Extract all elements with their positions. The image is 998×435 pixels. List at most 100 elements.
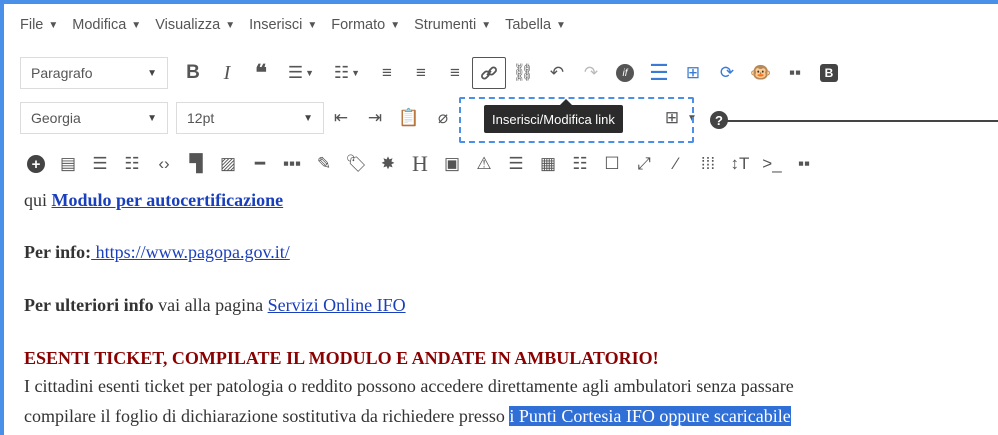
dots-button[interactable]: ▪▪▪ xyxy=(276,149,308,179)
mailchimp-button[interactable]: 🐵 xyxy=(744,57,778,89)
text-height-button[interactable]: ↕T xyxy=(724,149,756,179)
text-height-icon: ↕T xyxy=(730,154,750,173)
warning-button[interactable]: ⚠ xyxy=(468,149,500,179)
checklist-button[interactable]: ☷ xyxy=(564,149,596,179)
ulteriori-text: vai alla pagina xyxy=(153,295,268,315)
caret-down-icon: ▼ xyxy=(225,19,236,31)
caret-down-icon: ▼ xyxy=(131,19,142,31)
bullet-list-icon: ☰ xyxy=(287,63,304,82)
align-left-button[interactable]: ≡ xyxy=(370,57,404,89)
tooltip: Inserisci/Modifica link xyxy=(484,99,623,133)
badge-button[interactable]: ✸ xyxy=(372,149,404,179)
help-icon[interactable]: ? xyxy=(710,111,728,129)
heading-button[interactable]: H xyxy=(404,149,436,179)
align-right-icon: ≡ xyxy=(450,63,460,82)
caret-down-icon: ▼ xyxy=(147,67,157,79)
mailchimp-icon: 🐵 xyxy=(750,63,772,82)
redo-button[interactable]: ↷ xyxy=(574,57,608,89)
badge-icon: ✸ xyxy=(380,154,396,173)
outdent-icon: ⇤ xyxy=(333,108,349,127)
format-select[interactable]: Paragrafo ▼ xyxy=(20,57,168,89)
toolbar-row-3: + ▤ ☰ ☷ ‹› ▜ ▨ ━ ▪▪▪ ✎ 🏷 ✸ H ▣ ⚠ ☰ ▦ ☷ ☐… xyxy=(20,149,820,179)
caret-down-icon: ▼ xyxy=(307,19,318,31)
code-button[interactable]: ‹› xyxy=(148,149,180,179)
terminal-button[interactable]: >_ xyxy=(756,149,788,179)
heading-icon: H xyxy=(412,151,428,176)
columns-icon: ▜ xyxy=(189,154,203,173)
caret-down-icon: ▼ xyxy=(351,68,361,78)
tag-icon: 🏷 xyxy=(345,154,367,173)
servizi-online-link[interactable]: Servizi Online IFO xyxy=(268,295,406,315)
plus-circle-icon: + xyxy=(27,155,45,173)
menu-tabella-label: Tabella xyxy=(505,17,552,33)
undo-button[interactable]: ↶ xyxy=(540,57,574,89)
menu-file[interactable]: File ▼ xyxy=(20,17,58,33)
outdent-button[interactable]: ⇤ xyxy=(324,102,358,134)
blocks-button[interactable]: ▪▪ xyxy=(788,149,820,179)
caret-down-icon: ▼ xyxy=(147,112,157,124)
bullet-list-button[interactable]: ☰ ▼ xyxy=(278,57,324,89)
menu-modifica[interactable]: Modifica ▼ xyxy=(72,17,141,33)
separator-button[interactable]: ━ xyxy=(244,149,276,179)
separator-icon: ━ xyxy=(254,154,266,173)
toolbar-row-1: Paragrafo ▼ B I ❝ ☰ ▼ ☷ ▼ ≡ ≡ ≡ ⛓ ↶ ↷ if ☰ … xyxy=(20,56,846,90)
clear-format-button[interactable]: ⌀ xyxy=(426,102,460,134)
indent-button[interactable]: ⇥ xyxy=(358,102,392,134)
font-family-select[interactable]: Georgia ▼ xyxy=(20,102,168,134)
blockquote-icon: ❝ xyxy=(255,60,267,85)
toggle-button[interactable]: ☰ xyxy=(84,149,116,179)
film-button[interactable]: ▦ xyxy=(532,149,564,179)
indent-icon: ⇥ xyxy=(367,108,383,127)
toggle-icon: ☰ xyxy=(92,154,108,173)
block-b-icon: B xyxy=(820,64,838,82)
unlink-button[interactable]: ⛓ xyxy=(506,57,540,89)
paragraph-line-2: compilare il foglio di dichiarazione sos… xyxy=(24,406,791,427)
menu-inserisci[interactable]: Inserisci ▼ xyxy=(249,17,317,33)
dots-icon: ▪▪▪ xyxy=(282,154,302,173)
undo-icon: ↶ xyxy=(549,63,565,82)
list-icon: ☷ xyxy=(124,154,140,173)
add-button[interactable]: + xyxy=(20,149,52,179)
grid-dots-button[interactable]: ⁞⁞⁞ xyxy=(692,149,724,179)
film-icon: ▦ xyxy=(539,154,557,173)
menu-tabella[interactable]: Tabella ▼ xyxy=(505,17,566,33)
edit-button[interactable]: ☐ xyxy=(596,149,628,179)
italic-button[interactable]: I xyxy=(210,57,244,89)
expand-button[interactable]: ⤢ xyxy=(628,149,660,179)
plugin-if-button[interactable]: if xyxy=(608,57,642,89)
numbered-list-button[interactable]: ☷ ▼ xyxy=(324,57,370,89)
layout-button[interactable]: ▤ xyxy=(52,149,84,179)
brush-button[interactable]: ✎ xyxy=(308,149,340,179)
horizontal-lines-icon: ☰ xyxy=(649,60,669,85)
modulo-link[interactable]: Modulo per autocertificazione xyxy=(52,190,284,210)
grid-dots-icon: ⁞⁞⁞ xyxy=(700,154,716,173)
numbered-list-icon: ☷ xyxy=(333,63,350,82)
panel-button[interactable]: ☰ xyxy=(500,149,532,179)
paste-text-button[interactable]: 📋 xyxy=(392,102,426,134)
block-button[interactable]: B xyxy=(812,57,846,89)
tag-button[interactable]: 🏷 xyxy=(340,149,372,179)
warning-icon: ⚠ xyxy=(476,154,492,173)
align-center-button[interactable]: ≡ xyxy=(404,57,438,89)
image-button[interactable]: ▣ xyxy=(436,149,468,179)
editor-frame: File ▼ Modifica ▼ Visualizza ▼ Inserisci ▼ F… xyxy=(0,0,998,435)
menu-visualizza[interactable]: Visualizza ▼ xyxy=(155,17,235,33)
menubar: File ▼ Modifica ▼ Visualizza ▼ Inserisci ▼ F… xyxy=(20,14,580,36)
add-row-button[interactable]: ⊞ xyxy=(676,57,710,89)
wand-button[interactable]: ⁄ xyxy=(660,149,692,179)
refresh-button[interactable]: ⟳ xyxy=(710,57,744,89)
checklist-icon: ☷ xyxy=(572,154,588,173)
font-size-select[interactable]: 12pt ▼ xyxy=(176,102,324,134)
no-format-button[interactable]: ▨ xyxy=(212,149,244,179)
menu-formato[interactable]: Formato ▼ xyxy=(331,17,400,33)
list-button[interactable]: ☷ xyxy=(116,149,148,179)
columns-button[interactable]: ▜ xyxy=(180,149,212,179)
pagopa-link[interactable]: https://www.pagopa.gov.it/ xyxy=(91,242,290,262)
lines-button[interactable]: ☰ xyxy=(642,57,676,89)
bold-button[interactable]: B xyxy=(176,57,210,89)
menu-strumenti[interactable]: Strumenti ▼ xyxy=(414,17,491,33)
insert-link-button[interactable] xyxy=(472,57,506,89)
grid-button[interactable]: ▪▪ xyxy=(778,57,812,89)
blockquote-button[interactable]: ❝ xyxy=(244,57,278,89)
align-right-button[interactable]: ≡ xyxy=(438,57,472,89)
